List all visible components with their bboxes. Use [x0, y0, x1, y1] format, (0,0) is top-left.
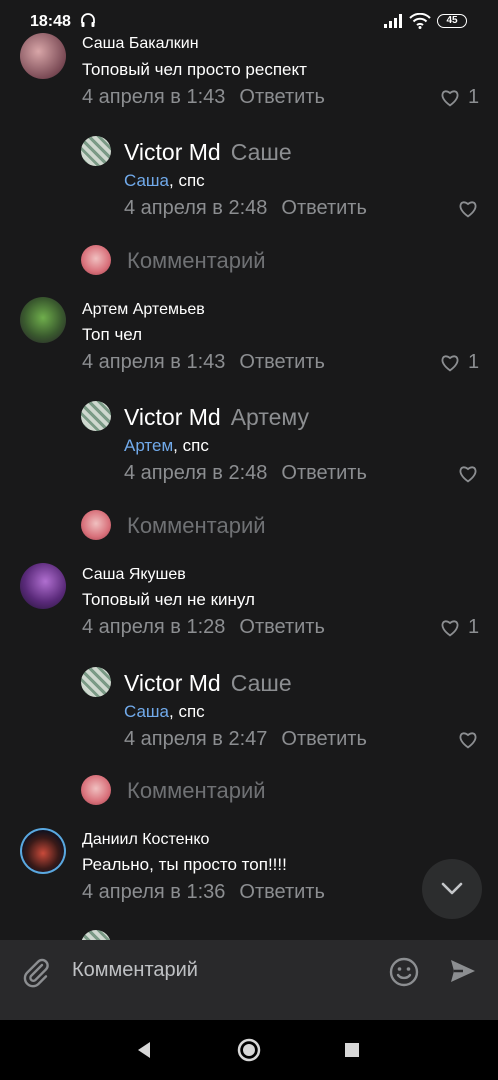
back-icon[interactable]: [136, 1041, 152, 1059]
comment-date: 4 апреля в 1:36: [82, 881, 226, 903]
heart-icon: [441, 354, 459, 371]
reply-button[interactable]: Ответить: [281, 728, 367, 750]
like-button[interactable]: 1: [440, 86, 479, 109]
reply-meta: 4 апреля в 2:47 Ответить: [124, 728, 367, 751]
comment-text: Топовый чел просто респект: [82, 60, 307, 79]
reply-button[interactable]: Ответить: [239, 616, 325, 638]
heart-icon[interactable]: [458, 465, 478, 483]
emoji-icon[interactable]: [388, 956, 420, 988]
comment-date: 4 апреля в 1:43: [82, 86, 226, 108]
signal-icon: [384, 14, 402, 28]
reply-text: Артем, спс: [124, 436, 209, 456]
comment-input[interactable]: Комментарий: [72, 959, 198, 982]
reply-author[interactable]: Victor Md Саше: [124, 670, 292, 697]
comment-text: Топовый чел не кинул: [82, 590, 255, 609]
reply-date: 4 апреля в 2:48: [124, 462, 268, 484]
heart-icon: [441, 619, 459, 636]
status-time: 18:48: [30, 13, 71, 30]
comment-reply-prompt[interactable]: Комментарий: [127, 248, 266, 274]
my-avatar: [81, 245, 111, 275]
heart-icon[interactable]: [458, 200, 478, 218]
reply-text: Саша, спс: [124, 702, 205, 722]
mention-link[interactable]: Саша: [124, 171, 169, 190]
heart-icon: [441, 89, 459, 106]
headphones-icon: [81, 13, 95, 27]
reply-button[interactable]: Ответить: [281, 197, 367, 219]
comment-meta: 4 апреля в 1:43 Ответить: [82, 351, 325, 374]
mention-link[interactable]: Артем: [124, 436, 173, 455]
comment-composer: Комментарий: [0, 940, 498, 1020]
avatar[interactable]: [20, 828, 66, 874]
comment-meta: 4 апреля в 1:36 Ответить: [82, 881, 325, 904]
recents-icon[interactable]: [344, 1042, 360, 1058]
reply-button[interactable]: Ответить: [281, 462, 367, 484]
reply-button[interactable]: Ответить: [239, 881, 325, 903]
paperclip-icon[interactable]: [20, 956, 52, 988]
send-icon[interactable]: [448, 956, 478, 986]
reply-author[interactable]: Victor Md Артему: [124, 404, 309, 431]
home-icon[interactable]: [237, 1038, 261, 1062]
reply-button[interactable]: Ответить: [239, 86, 325, 108]
reply-author-name[interactable]: Victor Md: [124, 670, 221, 696]
reply-date: 4 апреля в 2:47: [124, 728, 268, 750]
mention-link[interactable]: Саша: [124, 702, 169, 721]
reply-body: , спс: [173, 436, 209, 455]
navigation-bar: [0, 1020, 498, 1080]
status-bar: 18:48 45: [0, 0, 498, 40]
comment-meta: 4 апреля в 1:43 Ответить: [82, 86, 325, 109]
chevron-down-icon: [441, 882, 463, 895]
reply-button[interactable]: Ответить: [239, 351, 325, 373]
screen: 18:48 45 Саша Бакалкин Топовый чел прост…: [0, 0, 498, 1080]
reply-meta: 4 апреля в 2:48 Ответить: [124, 462, 367, 485]
reply-author-name[interactable]: Victor Md: [124, 404, 221, 430]
reply-to: Саше: [230, 139, 292, 165]
comment-date: 4 апреля в 1:28: [82, 616, 226, 638]
avatar[interactable]: [20, 563, 66, 609]
avatar[interactable]: [20, 297, 66, 343]
reply-body: , спс: [169, 171, 205, 190]
comment-meta: 4 апреля в 1:28 Ответить: [82, 616, 325, 639]
like-button[interactable]: 1: [440, 351, 479, 374]
comment-author[interactable]: Даниил Костенко: [82, 831, 209, 849]
battery-indicator: 45: [437, 14, 467, 28]
reply-date: 4 апреля в 2:48: [124, 197, 268, 219]
avatar[interactable]: [81, 136, 111, 166]
comment-reply-prompt[interactable]: Комментарий: [127, 778, 266, 804]
avatar[interactable]: [20, 33, 66, 79]
like-count: 1: [468, 86, 480, 108]
comment-reply-prompt[interactable]: Комментарий: [127, 513, 266, 539]
scroll-down-button[interactable]: [422, 859, 482, 919]
like-button[interactable]: 1: [440, 616, 479, 639]
reply-meta: 4 апреля в 2:48 Ответить: [124, 197, 367, 220]
wifi-icon: [409, 13, 431, 29]
comment-author[interactable]: Саша Бакалкин: [82, 35, 199, 53]
comment-text: Реально, ты просто топ!!!!: [82, 855, 287, 874]
like-count: 1: [468, 616, 480, 638]
avatar[interactable]: [81, 667, 111, 697]
reply-author-name[interactable]: Victor Md: [124, 139, 221, 165]
my-avatar: [81, 510, 111, 540]
comment-date: 4 апреля в 1:43: [82, 351, 226, 373]
comment-text: Топ чел: [82, 325, 143, 344]
like-count: 1: [468, 351, 480, 373]
reply-author[interactable]: Victor Md Саше: [124, 139, 292, 166]
reply-to: Артему: [230, 404, 309, 430]
avatar[interactable]: [81, 401, 111, 431]
comment-author[interactable]: Саша Якушев: [82, 566, 186, 584]
my-avatar: [81, 775, 111, 805]
reply-text: Саша, спс: [124, 171, 205, 191]
comment-author[interactable]: Артем Артемьев: [82, 301, 205, 319]
reply-to: Саше: [230, 670, 292, 696]
heart-icon[interactable]: [458, 731, 478, 749]
reply-body: , спс: [169, 702, 205, 721]
